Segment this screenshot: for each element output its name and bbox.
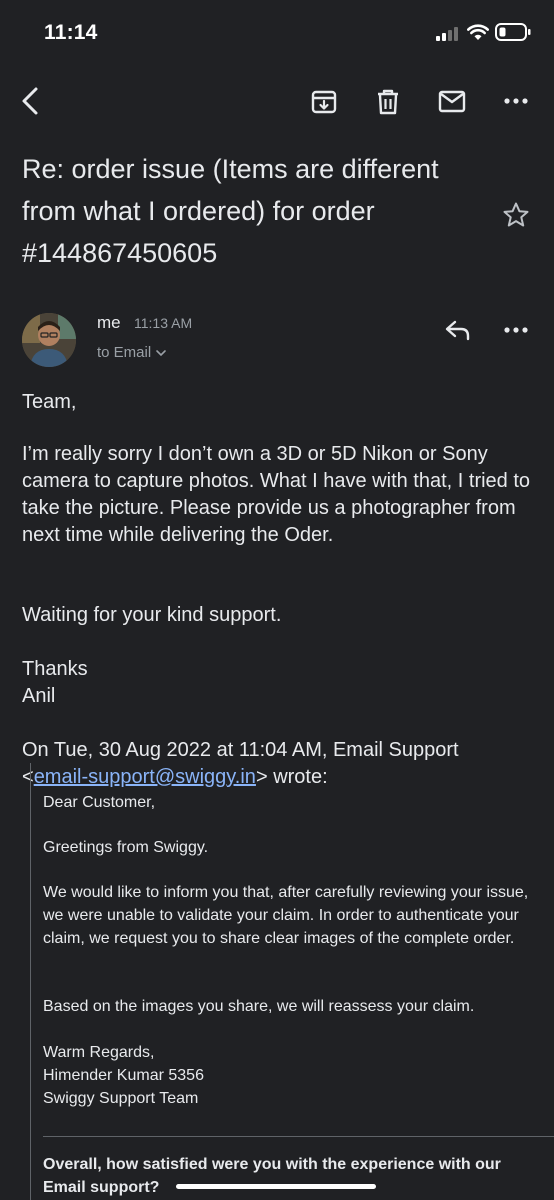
body-closing: Waiting for your kind support. (22, 604, 282, 626)
star-icon (503, 202, 529, 227)
body-thanks: Thanks (22, 658, 88, 680)
battery-icon (495, 22, 531, 47)
survey-question: Overall, how satisfied were you with the… (43, 1156, 501, 1196)
recipient-toggle[interactable]: to Email (97, 344, 167, 361)
sent-time: 11:13 AM (134, 315, 193, 331)
home-indicator[interactable] (176, 1184, 376, 1189)
chevron-down-icon (156, 349, 166, 356)
recipient-label: to Email (97, 344, 152, 361)
status-time: 11:14 (44, 21, 98, 44)
mail-icon (438, 90, 466, 113)
body-paragraph: I’m really sorry I don’t own a 3D or 5D … (22, 443, 531, 546)
quote-header: On Tue, 30 Aug 2022 at 11:04 AM, Email S… (22, 739, 459, 788)
mark-unread-button[interactable] (438, 90, 466, 114)
sender-name: me (97, 313, 121, 332)
quoted-paragraph-1: We would like to inform you that, after … (43, 884, 529, 947)
archive-button[interactable] (310, 88, 338, 116)
reply-icon (445, 320, 470, 341)
delete-button[interactable] (375, 88, 401, 116)
quoted-greeting: Greetings from Swiggy. (43, 839, 209, 856)
more-button[interactable] (504, 97, 528, 105)
body-greeting: Team, (22, 391, 77, 413)
more-horizontal-icon (504, 98, 528, 104)
star-button[interactable] (502, 201, 530, 229)
body-signature: Anil (22, 685, 56, 707)
chevron-left-icon (22, 87, 38, 115)
quoted-divider (43, 1136, 554, 1137)
quoted-paragraph-2: Based on the images you share, we will r… (43, 998, 475, 1015)
quoted-team: Swiggy Support Team (43, 1090, 199, 1107)
quoted-salutation: Dear Customer, (43, 794, 156, 811)
support-email-link[interactable]: email-support@swiggy.in (34, 766, 256, 788)
archive-icon (311, 90, 337, 114)
back-button[interactable] (16, 86, 46, 116)
quote-bar (30, 763, 31, 1200)
sender-avatar[interactable] (22, 313, 76, 367)
reply-button[interactable] (444, 318, 472, 342)
email-subject: Re: order issue (Items are different fro… (22, 154, 439, 268)
quote-header-prefix: On Tue, 30 Aug 2022 at 11:04 AM, Email S… (22, 739, 459, 761)
quote-header-suffix: wrote: (273, 766, 328, 788)
more-horizontal-icon (504, 327, 528, 333)
wifi-icon (467, 24, 489, 46)
quoted-agent: Himender Kumar 5356 (43, 1067, 204, 1084)
quoted-signoff: Warm Regards, (43, 1044, 155, 1061)
message-more-button[interactable] (504, 326, 528, 334)
signal-icon (436, 27, 462, 46)
trash-icon (378, 89, 398, 115)
avatar-photo (22, 313, 76, 367)
